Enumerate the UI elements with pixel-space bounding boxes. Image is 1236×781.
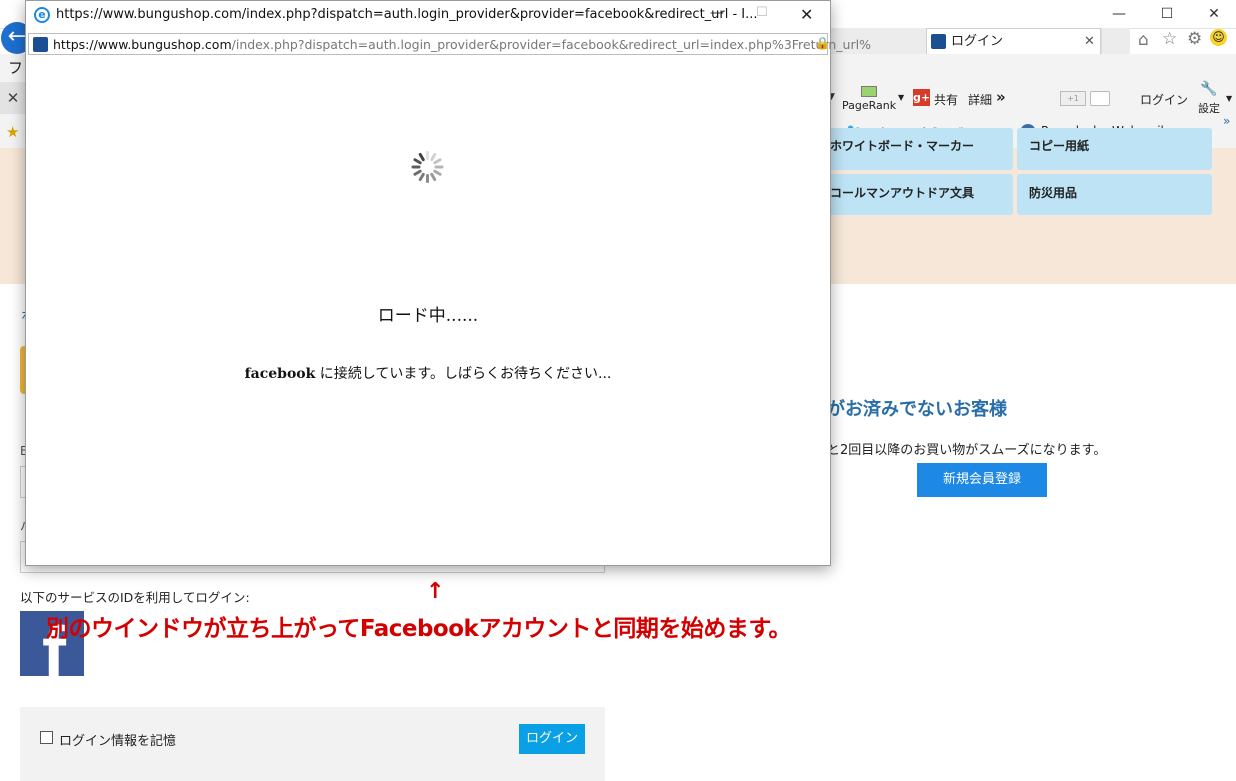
favorites-bar-star-icon[interactable]: ★	[6, 123, 19, 141]
lock-icon: 🔒	[815, 36, 830, 50]
site-favicon-icon	[931, 34, 946, 49]
category-disaster-supplies[interactable]: 防災用品	[1017, 174, 1212, 215]
share-label[interactable]: 共有	[934, 91, 958, 108]
register-description: と2回目以降のお買い物がスムーズになります。	[827, 443, 1107, 458]
loading-title: ロード中......	[377, 306, 479, 326]
tools-gear-icon[interactable]: ⚙	[1187, 29, 1202, 49]
favorites-star-icon[interactable]: ☆	[1162, 29, 1177, 49]
wrench-settings-icon[interactable]: 🔧	[1200, 81, 1217, 97]
register-button[interactable]: 新規会員登録	[917, 463, 1047, 497]
tab-login[interactable]: ログイン ✕	[926, 28, 1101, 54]
spinner-bar	[411, 165, 421, 169]
toolbar-login-link[interactable]: ログイン	[1140, 91, 1188, 108]
gplus-one-button[interactable]: +1	[1060, 91, 1086, 106]
social-login-label: 以下のサービスのIDを利用してログイン:	[20, 590, 250, 605]
login-submit-button[interactable]: ログイン	[519, 724, 585, 754]
smiley-feedback-icon[interactable]: ☺	[1210, 29, 1227, 46]
site-favicon-icon	[33, 37, 48, 52]
spinner-bar	[426, 151, 429, 160]
bg-close-button[interactable]: ✕	[1200, 4, 1228, 24]
category-label: ホワイトボード・マーカー	[830, 139, 975, 153]
popup-titlebar[interactable]: e https://www.bungushop.com/index.php?di…	[26, 1, 830, 31]
popup-close-button[interactable]: ✕	[800, 5, 813, 24]
popup-minimize-button[interactable]: —	[710, 5, 724, 21]
url-host: https://www.bungushop.com	[53, 37, 232, 52]
popup-title: https://www.bungushop.com/index.php?disp…	[56, 7, 758, 22]
pagerank-label[interactable]: PageRank	[842, 99, 896, 112]
category-label: コピー用紙	[1029, 139, 1090, 153]
settings-label[interactable]: 設定	[1198, 100, 1220, 116]
gplus-count-box	[1090, 91, 1110, 106]
remember-checkbox[interactable]	[40, 731, 53, 744]
remember-label: ログイン情報を記憶	[59, 734, 177, 749]
register-heading: がお済みでないお客様	[827, 399, 1007, 420]
spinner-bar	[418, 172, 426, 182]
popup-maximize-button: ☐	[756, 5, 768, 20]
spinner-bar	[434, 165, 444, 169]
loading-message-text: に接続しています。しばらくお待ちください...	[315, 366, 612, 382]
category-whiteboard-marker[interactable]: ホワイトボード・マーカー	[818, 128, 1013, 170]
more-chevron-icon[interactable]: »	[996, 88, 1006, 106]
bg-minimize-button[interactable]: —	[1105, 4, 1133, 24]
google-plus-share-icon: g+	[913, 89, 931, 106]
details-label[interactable]: 詳細	[968, 91, 992, 108]
tab-close-icon[interactable]: ✕	[1084, 29, 1095, 55]
annotation-text: 別のウインドウが立ち上がってFacebookアカウントと同期を始めます。	[46, 616, 792, 642]
category-label: コールマンアウトドア文具	[830, 186, 975, 200]
loading-message: facebook に接続しています。しばらくお待ちください...	[26, 363, 830, 383]
category-label: 防災用品	[1029, 186, 1078, 200]
loading-provider: facebook	[244, 366, 316, 382]
category-copy-paper[interactable]: コピー用紙	[1017, 128, 1212, 170]
category-coleman-outdoor[interactable]: コールマンアウトドア文具	[818, 174, 1013, 215]
popup-window: e https://www.bungushop.com/index.php?di…	[25, 0, 871, 566]
home-icon[interactable]: ⌂	[1138, 30, 1149, 50]
pagerank-bar-icon	[861, 86, 877, 97]
spinner-bar	[432, 157, 443, 165]
new-tab-button[interactable]	[1101, 28, 1130, 54]
internet-explorer-icon: e	[34, 7, 50, 23]
settings-dropdown-icon[interactable]: ▼	[1226, 94, 1232, 103]
url-path: /index.php?dispatch=auth.login_provider&…	[231, 37, 871, 52]
popup-address-bar[interactable]: https://www.bungushop.com/index.php?disp…	[28, 33, 871, 55]
spinner-bar	[426, 174, 429, 183]
loading-spinner-icon	[411, 151, 444, 183]
toolbar-close-icon[interactable]: ✕	[0, 82, 26, 114]
popup-address-url: https://www.bungushop.com/index.php?disp…	[53, 37, 871, 52]
bg-window-title-partial: フ	[8, 59, 24, 77]
annotation-arrow: ↑	[426, 579, 445, 604]
bg-maximize-button[interactable]: ☐	[1153, 4, 1181, 24]
tab-label: ログイン	[951, 34, 1004, 49]
pagerank-dropdown-icon[interactable]: ▼	[898, 93, 904, 102]
toolbar-overflow-chevron-icon[interactable]: »	[1223, 114, 1230, 128]
